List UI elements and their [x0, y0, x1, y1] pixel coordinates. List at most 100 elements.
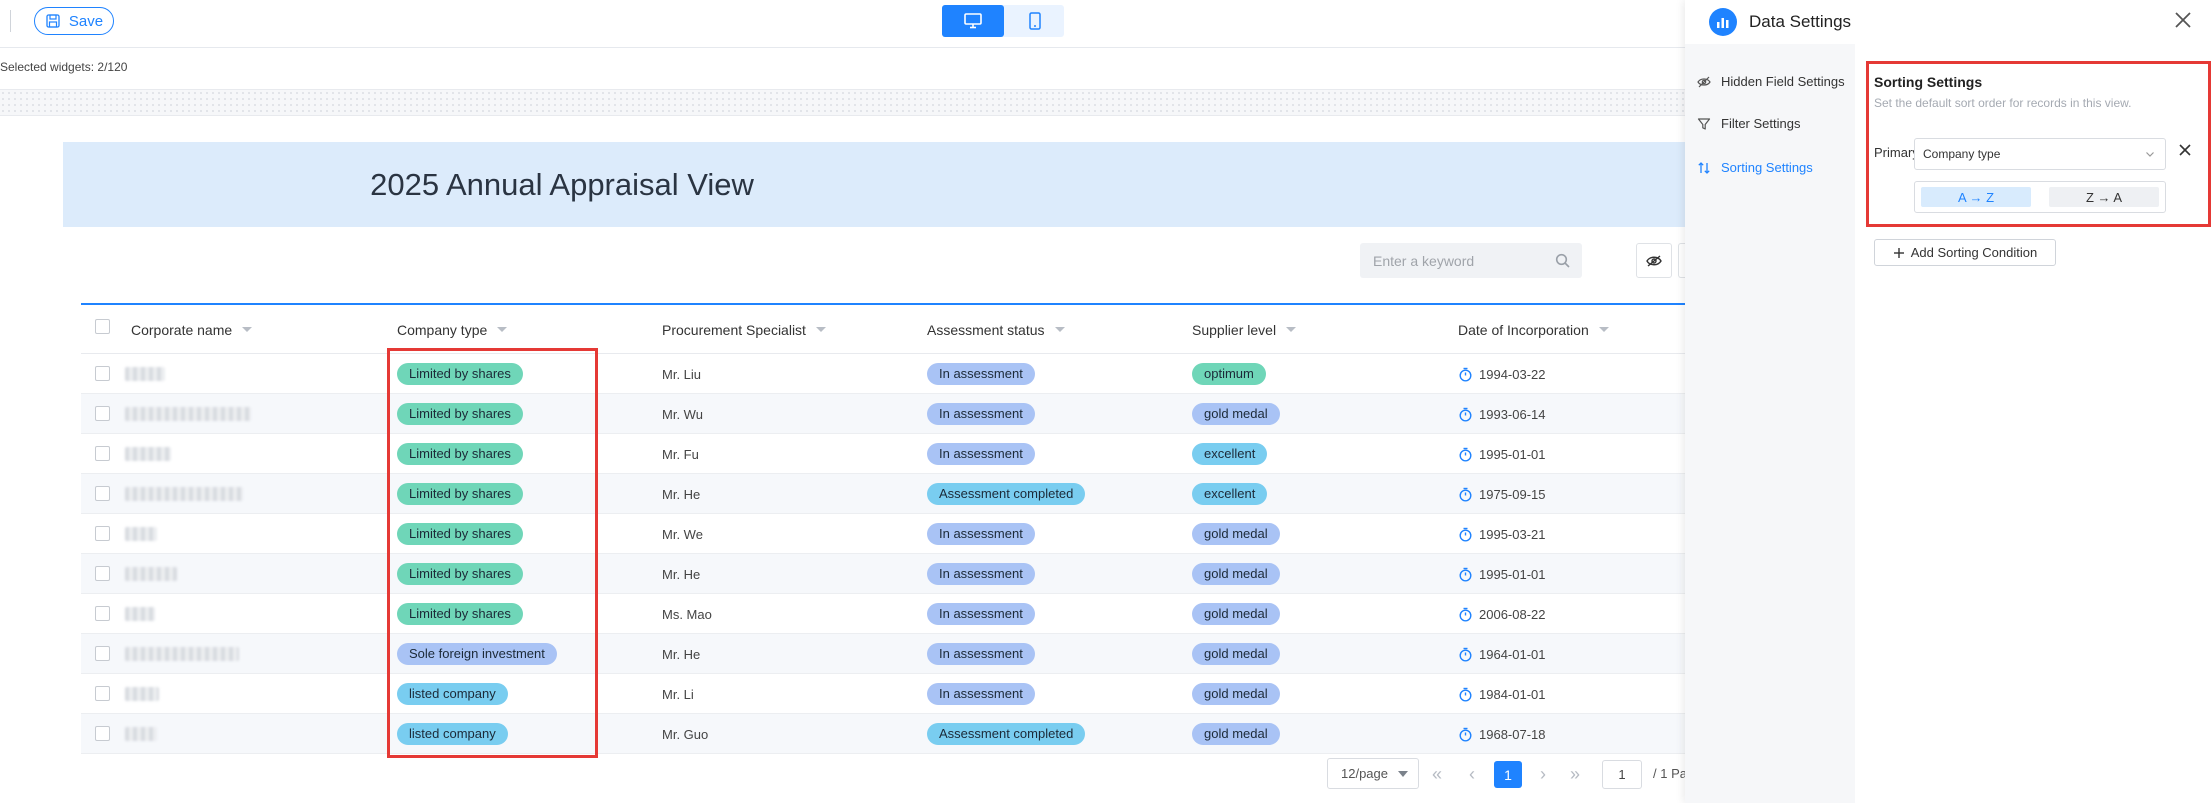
row-checkbox[interactable]: [95, 526, 110, 541]
redacted-name: [125, 607, 155, 621]
table-row[interactable]: Limited by shares Mr. We In assessment gold…: [81, 514, 1685, 554]
column-header[interactable]: Assessment status: [927, 305, 1065, 354]
caret-down-icon[interactable]: [242, 327, 253, 332]
column-header[interactable]: Supplier level: [1192, 305, 1297, 354]
page-size-select[interactable]: 12/page: [1327, 758, 1419, 789]
caret-down-icon[interactable]: [815, 327, 826, 332]
row-checkbox[interactable]: [95, 646, 110, 661]
desktop-view-button[interactable]: [942, 5, 1004, 37]
redacted-name: [125, 447, 171, 461]
column-header[interactable]: Company type: [397, 305, 508, 354]
select-all-checkbox[interactable]: [95, 319, 110, 334]
eye-off-icon: [1697, 76, 1711, 87]
level-cell: excellent: [1192, 434, 1268, 474]
next-page-icon[interactable]: ›: [1540, 764, 1546, 785]
row-checkbox[interactable]: [95, 606, 110, 621]
status-tag: In assessment: [927, 403, 1035, 425]
corporate-name-cell: [125, 594, 155, 634]
level-cell: gold medal: [1192, 514, 1280, 554]
row-checkbox[interactable]: [95, 366, 110, 381]
specialist-name: Mr. Li: [662, 686, 694, 702]
page-total: / 1 Pa: [1653, 766, 1685, 781]
table-row[interactable]: Limited by shares Ms. Mao In assessment gol…: [81, 594, 1685, 634]
toolbar-button-partial[interactable]: [1678, 243, 1685, 278]
corporate-name-cell: [125, 514, 157, 554]
table-row[interactable]: Sole foreign investment Mr. He In assessme…: [81, 634, 1685, 674]
hide-fields-button[interactable]: [1636, 243, 1672, 278]
status-tag: In assessment: [927, 443, 1035, 465]
date-cell: 1984-01-01: [1458, 674, 1546, 714]
search-box[interactable]: [1360, 243, 1582, 278]
add-sorting-condition-button[interactable]: Add Sorting Condition: [1874, 239, 2056, 266]
row-checkbox[interactable]: [95, 566, 110, 581]
caret-down-icon[interactable]: [1054, 327, 1065, 332]
date-value: 2006-08-22: [1479, 606, 1546, 622]
save-icon: [46, 14, 60, 28]
status-cell: In assessment: [927, 594, 1035, 634]
nav-item-sorting[interactable]: Sorting Settings: [1697, 160, 1813, 175]
level-cell: gold medal: [1192, 674, 1280, 714]
level-tag: gold medal: [1192, 523, 1280, 545]
caret-down-icon[interactable]: [497, 327, 508, 332]
mobile-view-button[interactable]: [1004, 5, 1066, 37]
column-header[interactable]: Procurement Specialist: [662, 305, 826, 354]
level-tag: gold medal: [1192, 643, 1280, 665]
level-tag: gold medal: [1192, 603, 1280, 625]
status-tag: In assessment: [927, 363, 1035, 385]
row-select-cell: [81, 366, 123, 386]
column-header[interactable]: Date of Incorporation: [1458, 305, 1609, 354]
stopwatch-icon: [1459, 407, 1472, 422]
prev-page-icon[interactable]: ‹: [1469, 764, 1475, 785]
nav-item-hidden-fields[interactable]: Hidden Field Settings: [1697, 74, 1845, 89]
redacted-name: [125, 727, 157, 741]
specialist-cell: Mr. Li: [662, 674, 694, 714]
status-cell: In assessment: [927, 434, 1035, 474]
specialist-name: Mr. Fu: [662, 446, 699, 462]
current-page-button[interactable]: 1: [1494, 761, 1522, 788]
page-jump-input[interactable]: 1: [1602, 760, 1642, 789]
table-row[interactable]: Limited by shares Mr. He In assessment gold…: [81, 554, 1685, 594]
search-input[interactable]: [1373, 252, 1548, 269]
table-row[interactable]: listed company Mr. Guo Assessment complete…: [81, 714, 1685, 754]
stopwatch-icon: [1459, 367, 1472, 382]
level-tag: gold medal: [1192, 403, 1280, 425]
save-button[interactable]: Save: [34, 7, 114, 35]
stopwatch-icon: [1459, 607, 1472, 622]
device-toggle: [942, 5, 1064, 37]
date-cell: 1964-01-01: [1458, 634, 1546, 674]
first-page-icon[interactable]: «: [1432, 764, 1442, 785]
table-row[interactable]: Limited by shares Mr. Fu In assessment exce…: [81, 434, 1685, 474]
corporate-name-cell: [125, 354, 165, 394]
row-checkbox[interactable]: [95, 406, 110, 421]
row-checkbox[interactable]: [95, 726, 110, 741]
corporate-name-cell: [125, 674, 159, 714]
date-value: 1994-03-22: [1479, 366, 1546, 382]
dropdown-caret-icon: [1398, 771, 1408, 777]
table-row[interactable]: listed company Mr. Li In assessment gold me…: [81, 674, 1685, 714]
table-row[interactable]: Limited by shares Mr. He Assessment comple…: [81, 474, 1685, 514]
caret-down-icon[interactable]: [1598, 327, 1609, 332]
row-checkbox[interactable]: [95, 446, 110, 461]
row-checkbox[interactable]: [95, 486, 110, 501]
row-checkbox[interactable]: [95, 686, 110, 701]
search-icon[interactable]: [1555, 253, 1570, 268]
close-icon[interactable]: [2172, 9, 2194, 31]
eye-off-icon: [1646, 254, 1662, 267]
date-value: 1995-03-21: [1479, 526, 1546, 542]
status-tag: In assessment: [927, 643, 1035, 665]
last-page-icon[interactable]: »: [1570, 764, 1580, 785]
sorting-settings-highlight: [1866, 61, 2211, 227]
column-header[interactable]: Corporate name: [131, 305, 253, 354]
table-row[interactable]: Limited by shares Mr. Wu In assessment gold…: [81, 394, 1685, 434]
status-cell: In assessment: [927, 354, 1035, 394]
corporate-name-cell: [125, 634, 239, 674]
caret-down-icon[interactable]: [1286, 327, 1297, 332]
table-row[interactable]: Limited by shares Mr. Liu In assessment opt…: [81, 354, 1685, 394]
row-select-cell: [81, 446, 123, 466]
row-select-cell: [81, 726, 123, 746]
date-cell: 1975-09-15: [1458, 474, 1546, 514]
corporate-name-cell: [125, 714, 157, 754]
specialist-name: Ms. Mao: [662, 606, 712, 622]
status-cell: In assessment: [927, 394, 1035, 434]
nav-item-filter[interactable]: Filter Settings: [1697, 116, 1800, 131]
